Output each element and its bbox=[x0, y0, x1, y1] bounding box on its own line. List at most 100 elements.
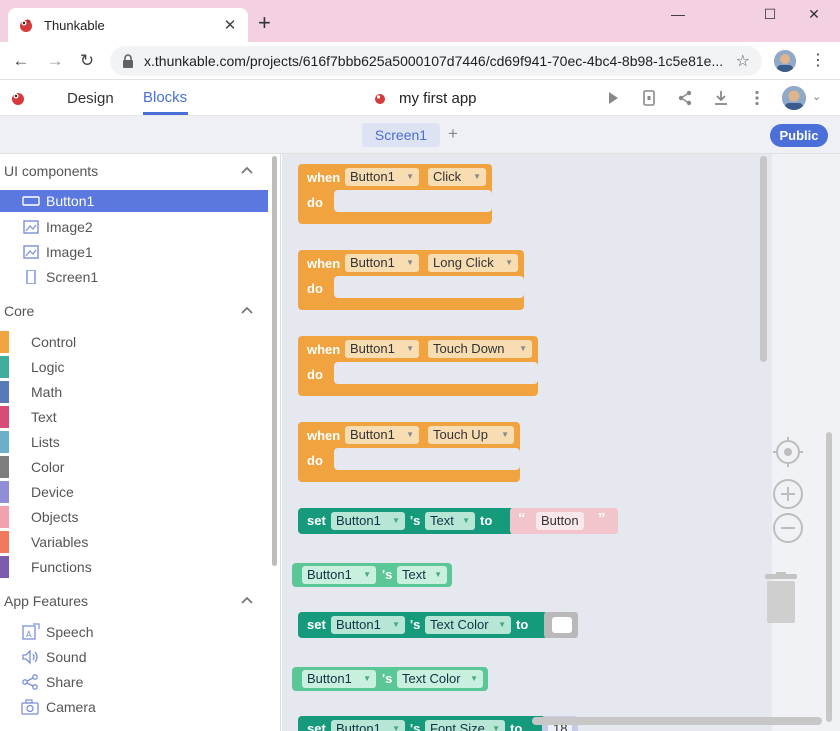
more-options-icon[interactable] bbox=[748, 89, 766, 107]
new-tab-button[interactable]: + bbox=[258, 12, 271, 34]
address-bar[interactable]: x.thunkable.com/projects/616f7bbb625a500… bbox=[110, 46, 762, 76]
component-dropdown[interactable]: Button1 ▼ bbox=[302, 566, 376, 584]
property-dropdown[interactable]: Font Size ▼ bbox=[425, 720, 505, 731]
workspace-vertical-scrollbar[interactable] bbox=[760, 156, 767, 362]
event-block-click[interactable]: when do Button1 ▼ Click ▼ bbox=[298, 164, 492, 224]
color-swatch[interactable] bbox=[552, 617, 572, 633]
core-control[interactable]: Control bbox=[0, 331, 268, 353]
component-button1[interactable]: Button1 bbox=[0, 190, 268, 212]
project-name[interactable]: my first app bbox=[399, 90, 477, 107]
event-block-touch-up[interactable]: when do Button1 ▼ Touch Up ▼ bbox=[298, 422, 520, 482]
dropdown-arrow-icon: ▼ bbox=[492, 724, 500, 731]
get-text-block[interactable]: Button1 ▼ 's Text ▼ bbox=[292, 563, 452, 587]
component-image2[interactable]: Image2 bbox=[0, 216, 268, 238]
reload-icon[interactable]: ↻ bbox=[76, 50, 98, 72]
core-functions[interactable]: Functions bbox=[0, 556, 268, 578]
when-keyword: when bbox=[307, 256, 341, 271]
workspace-right-scrollbar[interactable] bbox=[826, 432, 832, 722]
app-features-header[interactable]: App Features bbox=[4, 593, 88, 613]
public-button[interactable]: Public bbox=[770, 124, 828, 147]
property-dropdown[interactable]: Text Color ▼ bbox=[425, 616, 511, 634]
core-text[interactable]: Text bbox=[0, 406, 268, 428]
event-dropdown[interactable]: Long Click ▼ bbox=[428, 254, 518, 272]
text-literal-block[interactable]: “ Button ” bbox=[510, 508, 618, 534]
text-literal-value[interactable]: Button bbox=[536, 512, 584, 530]
profile-avatar[interactable] bbox=[774, 50, 796, 72]
component-image1[interactable]: Image1 bbox=[0, 241, 268, 263]
get-text-color-block[interactable]: Button1 ▼ 's Text Color ▼ bbox=[292, 667, 488, 691]
color-literal-block[interactable] bbox=[544, 612, 578, 638]
browser-menu-icon[interactable]: ⋮ bbox=[810, 50, 826, 72]
core-lists[interactable]: Lists bbox=[0, 431, 268, 453]
component-dropdown[interactable]: Button1 ▼ bbox=[331, 512, 405, 530]
close-window-icon[interactable]: ✕ bbox=[794, 6, 834, 28]
core-objects[interactable]: Objects bbox=[0, 506, 268, 528]
url-text[interactable]: x.thunkable.com/projects/616f7bbb625a500… bbox=[144, 53, 730, 69]
component-dropdown[interactable]: Button1 ▼ bbox=[331, 616, 405, 634]
component-dropdown[interactable]: Button1 ▼ bbox=[345, 254, 419, 272]
do-keyword: do bbox=[307, 195, 323, 210]
close-tab-icon[interactable]: ✕ bbox=[222, 16, 238, 34]
workspace-horizontal-scrollbar[interactable] bbox=[532, 717, 822, 725]
play-icon[interactable] bbox=[604, 89, 622, 107]
zoom-in-icon[interactable] bbox=[772, 478, 804, 510]
event-dropdown[interactable]: Touch Up ▼ bbox=[428, 426, 514, 444]
core-label: Math bbox=[31, 384, 63, 400]
add-screen-button[interactable]: + bbox=[448, 124, 458, 144]
share-icon[interactable] bbox=[676, 89, 694, 107]
thunkable-logo-icon[interactable] bbox=[10, 90, 26, 106]
back-icon[interactable]: ← bbox=[10, 50, 32, 72]
event-dropdown[interactable]: Click ▼ bbox=[428, 168, 486, 186]
component-dropdown[interactable]: Button1 ▼ bbox=[345, 340, 419, 358]
event-dropdown[interactable]: Touch Down ▼ bbox=[428, 340, 532, 358]
tab-blocks[interactable]: Blocks bbox=[143, 89, 187, 106]
live-test-phone-icon[interactable] bbox=[640, 89, 658, 107]
property-dropdown[interactable]: Text Color ▼ bbox=[397, 670, 483, 688]
dropdown-arrow-icon: ▼ bbox=[363, 674, 371, 683]
core-color[interactable]: Color bbox=[0, 456, 268, 478]
screen-icon bbox=[26, 270, 36, 284]
component-screen1[interactable]: Screen1 bbox=[0, 266, 268, 288]
feature-speech[interactable]: A Speech bbox=[0, 621, 268, 643]
ui-components-header[interactable]: UI components bbox=[4, 163, 98, 183]
core-label: Device bbox=[31, 484, 74, 500]
collapse-caret-icon[interactable] bbox=[240, 165, 254, 175]
browser-tab[interactable]: Thunkable ✕ bbox=[8, 8, 248, 42]
palette-scrollbar[interactable] bbox=[272, 156, 277, 566]
core-header[interactable]: Core bbox=[4, 303, 34, 323]
feature-share[interactable]: Share bbox=[0, 671, 268, 693]
set-text-block[interactable]: set Button1 ▼ 's Text ▼ to “ Button ” bbox=[298, 508, 618, 534]
event-block-touch-down[interactable]: when do Button1 ▼ Touch Down ▼ bbox=[298, 336, 538, 396]
bookmark-star-icon[interactable]: ☆ bbox=[736, 51, 750, 71]
core-label: Color bbox=[31, 459, 65, 475]
blocks-workspace[interactable]: when do Button1 ▼ Click ▼ when do Button1 ▼… bbox=[282, 154, 840, 731]
minimize-window-icon[interactable]: — bbox=[655, 6, 701, 28]
collapse-caret-icon[interactable] bbox=[240, 305, 254, 315]
core-math[interactable]: Math bbox=[0, 381, 268, 403]
core-variables[interactable]: Variables bbox=[0, 531, 268, 553]
recenter-target-icon[interactable] bbox=[772, 436, 804, 468]
tab-screen1[interactable]: Screen1 bbox=[362, 123, 440, 147]
tab-design[interactable]: Design bbox=[67, 90, 114, 107]
feature-sound[interactable]: Sound bbox=[0, 646, 268, 668]
core-logic[interactable]: Logic bbox=[0, 356, 268, 378]
maximize-window-icon[interactable]: ☐ bbox=[747, 6, 793, 28]
component-dropdown[interactable]: Button1 ▼ bbox=[302, 670, 376, 688]
component-dropdown[interactable]: Button1 ▼ bbox=[331, 720, 405, 731]
forward-icon[interactable]: → bbox=[44, 50, 66, 72]
feature-camera[interactable]: Camera bbox=[0, 696, 268, 718]
set-text-color-block[interactable]: set Button1 ▼ 's Text Color ▼ to bbox=[298, 612, 578, 638]
component-dropdown[interactable]: Button1 ▼ bbox=[345, 168, 419, 186]
event-block-long-click[interactable]: when do Button1 ▼ Long Click ▼ bbox=[298, 250, 524, 310]
chevron-down-icon[interactable]: ⌄ bbox=[812, 90, 821, 103]
core-device[interactable]: Device bbox=[0, 481, 268, 503]
user-avatar[interactable] bbox=[782, 86, 806, 110]
blocks-palette: UI components Button1 Image2 Image1 Scre… bbox=[0, 154, 281, 731]
property-dropdown[interactable]: Text ▼ bbox=[425, 512, 475, 530]
trash-can-icon[interactable] bbox=[763, 572, 799, 626]
zoom-out-icon[interactable] bbox=[772, 512, 804, 544]
collapse-caret-icon[interactable] bbox=[240, 595, 254, 605]
component-dropdown[interactable]: Button1 ▼ bbox=[345, 426, 419, 444]
download-icon[interactable] bbox=[712, 89, 730, 107]
property-dropdown[interactable]: Text ▼ bbox=[397, 566, 447, 584]
